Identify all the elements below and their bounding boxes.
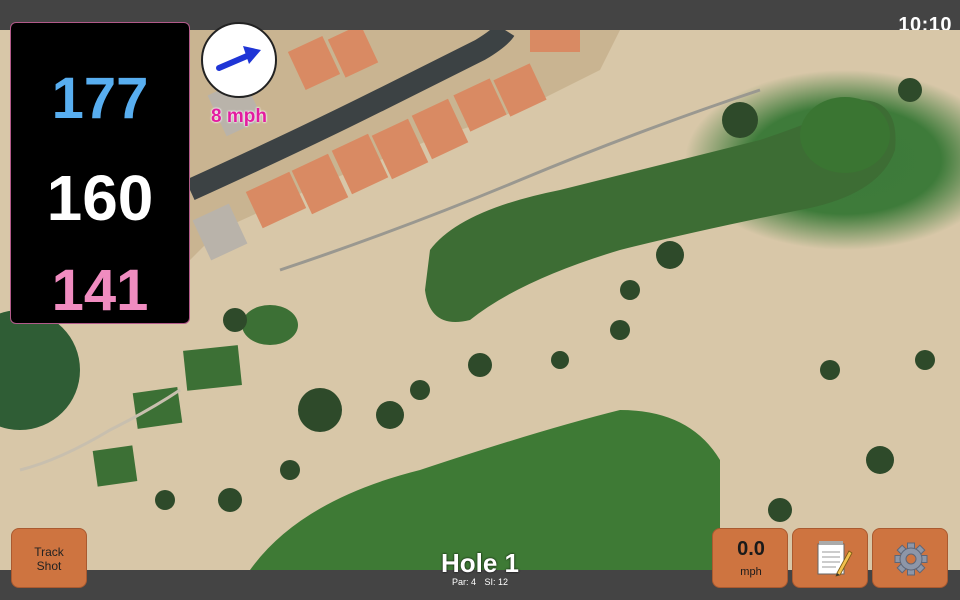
speed-button[interactable]: 0.0 mph bbox=[712, 528, 788, 588]
distance-panel: 177 160 141 bbox=[10, 22, 190, 324]
track-shot-button[interactable]: Track Shot bbox=[11, 528, 87, 588]
notes-button[interactable] bbox=[792, 528, 868, 588]
track-shot-label-line2: Shot bbox=[36, 559, 62, 573]
wind-speed: 8 mph bbox=[211, 106, 267, 127]
front-distance: 141 bbox=[51, 258, 149, 323]
settings-button[interactable] bbox=[872, 528, 948, 588]
notepad-icon bbox=[817, 541, 853, 577]
wind-arrow-icon bbox=[216, 46, 261, 71]
hole-title: Hole 1 bbox=[440, 548, 520, 578]
hole-info: Par: 4 SI: 12 bbox=[380, 577, 580, 587]
speed-unit: mph bbox=[740, 566, 762, 578]
track-shot-label-line1: Track bbox=[34, 545, 64, 559]
hole-stroke-index: SI: 12 bbox=[484, 577, 509, 587]
hole-par: Par: 4 bbox=[451, 577, 476, 587]
middle-distance: 160 bbox=[46, 162, 154, 234]
speed-value: 0.0 bbox=[737, 538, 765, 560]
wind-indicator bbox=[201, 22, 277, 98]
gear-icon bbox=[894, 542, 928, 576]
back-distance: 177 bbox=[51, 66, 149, 131]
